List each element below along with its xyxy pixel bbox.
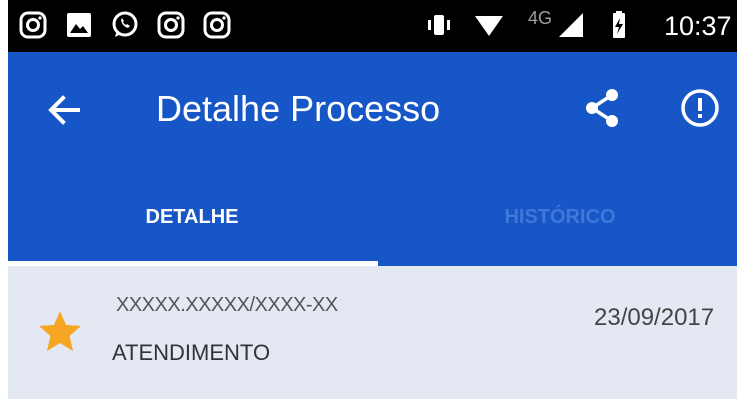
app-frame: 4G 10:37 Detalhe Processo DETALHE HISTÓR… xyxy=(8,0,737,399)
network-type-label: 4G xyxy=(528,8,553,28)
image-icon xyxy=(64,10,94,40)
battery-icon xyxy=(604,10,634,40)
instagram-icon xyxy=(156,10,186,40)
star-icon[interactable] xyxy=(36,308,84,356)
status-time: 10:37 xyxy=(664,11,732,41)
back-button[interactable] xyxy=(44,90,84,130)
instagram-icon xyxy=(202,10,232,40)
process-list-item[interactable]: XXXXX.XXXXX/XXXX-XX ATENDIMENTO 23/09/20… xyxy=(8,266,737,399)
process-type: ATENDIMENTO xyxy=(112,340,271,365)
share-button[interactable] xyxy=(580,86,624,130)
instagram-icon xyxy=(18,10,48,40)
tab-detalhe[interactable]: DETALHE xyxy=(8,192,376,266)
arrow-back-icon xyxy=(48,95,80,125)
share-icon xyxy=(586,89,618,127)
page-title: Detalhe Processo xyxy=(156,88,441,129)
process-date: 23/09/2017 xyxy=(594,304,715,331)
signal-icon xyxy=(556,10,586,40)
status-bar: 4G 10:37 xyxy=(8,0,737,52)
whatsapp-icon xyxy=(110,10,140,40)
tab-historico[interactable]: HISTÓRICO xyxy=(376,192,737,266)
vibrate-icon xyxy=(424,10,454,40)
app-bar: Detalhe Processo DETALHE HISTÓRICO xyxy=(8,52,737,266)
process-number: XXXXX.XXXXX/XXXX-XX xyxy=(116,294,338,316)
info-icon xyxy=(681,89,719,127)
wifi-icon xyxy=(474,10,504,40)
info-button[interactable] xyxy=(678,86,722,130)
